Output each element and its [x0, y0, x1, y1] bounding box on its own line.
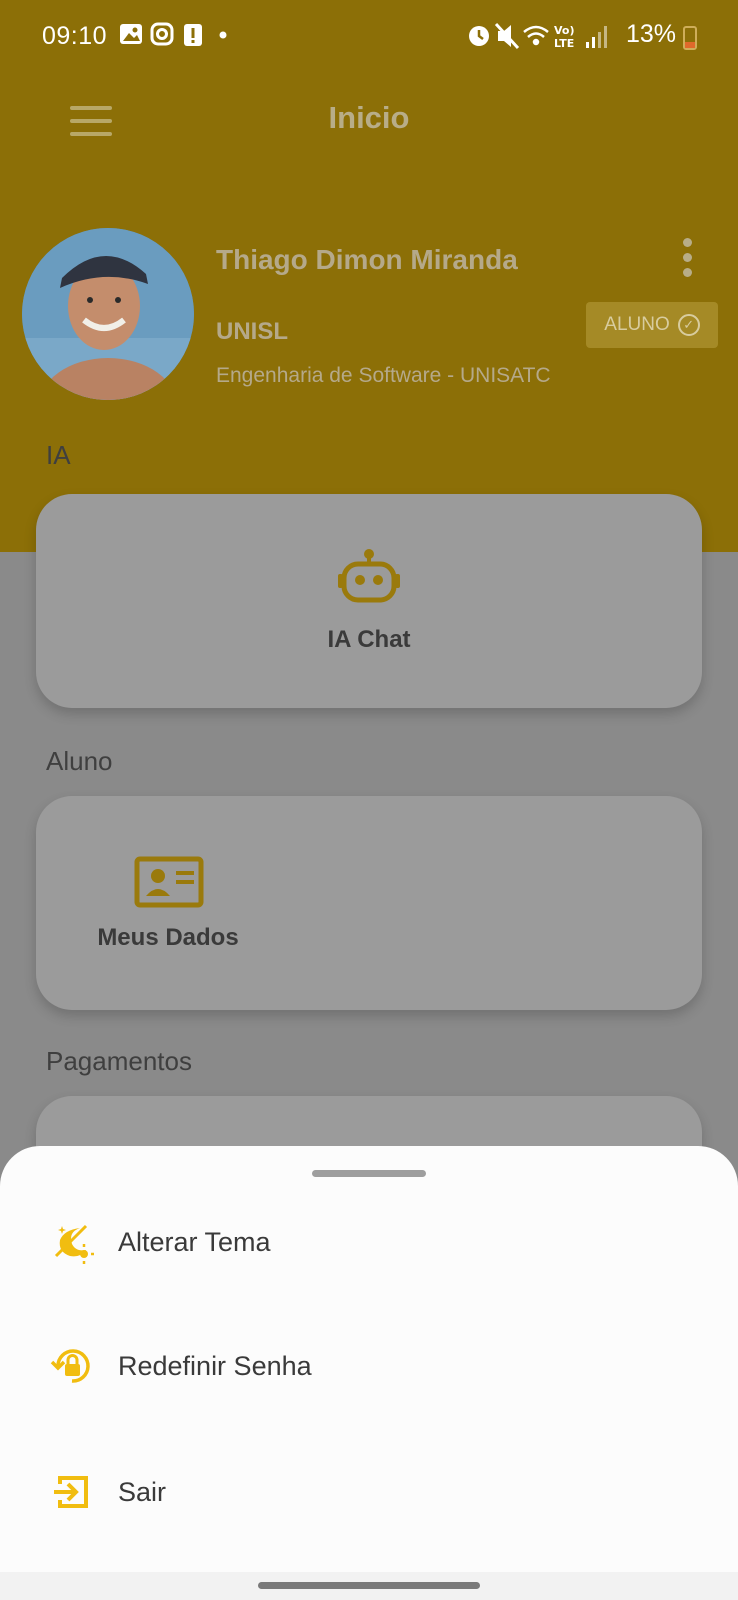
alert-icon — [184, 24, 202, 46]
battery-level: 13% — [626, 20, 677, 48]
section-title-pagamentos: Pagamentos — [46, 1046, 192, 1076]
section-title-aluno: Aluno — [46, 746, 113, 776]
ia-chat-card[interactable]: IA Chat — [36, 494, 702, 708]
status-bar: 09:10 Vo) LTE 13% — [0, 0, 738, 76]
status-right-icons: Vo) LTE — [466, 20, 626, 58]
meus-dados-label: Meus Dados — [97, 924, 239, 951]
sheet-drag-handle[interactable] — [312, 1170, 426, 1177]
user-course: Engenharia de Software - UNISATC — [216, 364, 551, 387]
role-badge-label: ALUNO — [604, 314, 670, 335]
menu-item-label: Alterar Tema — [118, 1226, 271, 1257]
role-badge: ALUNO ✓ — [586, 302, 718, 348]
check-circle-icon: ✓ — [677, 314, 700, 336]
dot-icon — [219, 31, 227, 39]
page-title: Inicio — [328, 100, 410, 135]
menu-item-sair[interactable]: Sair — [0, 1452, 738, 1532]
more-vertical-icon[interactable] — [680, 238, 694, 278]
alarm-icon — [469, 26, 489, 46]
ia-chat-label: IA Chat — [327, 626, 411, 653]
theme-icon — [54, 1224, 94, 1264]
user-institution: UNISL — [216, 318, 288, 345]
home-gesture-handle[interactable] — [258, 1582, 480, 1589]
svg-text:Vo): Vo) — [554, 24, 575, 37]
aluno-card[interactable]: Meus Dados — [36, 796, 702, 1010]
status-left-icons — [120, 20, 240, 57]
avatar[interactable] — [22, 228, 194, 400]
menu-item-redefinir-senha[interactable]: Redefinir Senha — [0, 1326, 738, 1406]
battery-fill — [685, 42, 695, 48]
svg-text:LTE: LTE — [554, 37, 574, 50]
id-card-icon — [134, 856, 204, 908]
gallery-icon — [120, 24, 142, 44]
signal-icon — [586, 26, 607, 48]
status-time: 09:10 — [42, 22, 108, 50]
menu-item-label: Sair — [118, 1476, 167, 1507]
robot-icon — [338, 549, 400, 603]
mute-icon — [494, 22, 520, 50]
menu-item-label: Redefinir Senha — [118, 1350, 312, 1381]
user-name: Thiago Dimon Miranda — [216, 244, 518, 275]
wifi-icon — [523, 25, 549, 46]
section-title-ia: IA — [46, 440, 71, 470]
meus-dados-tile[interactable]: Meus Dados — [88, 838, 248, 968]
volte-icon: Vo)LTE — [554, 24, 575, 50]
lock-reset-icon — [50, 1349, 90, 1383]
menu-item-alterar-tema[interactable]: Alterar Tema — [0, 1202, 738, 1282]
logout-icon — [54, 1476, 88, 1508]
instagram-icon — [150, 22, 174, 46]
